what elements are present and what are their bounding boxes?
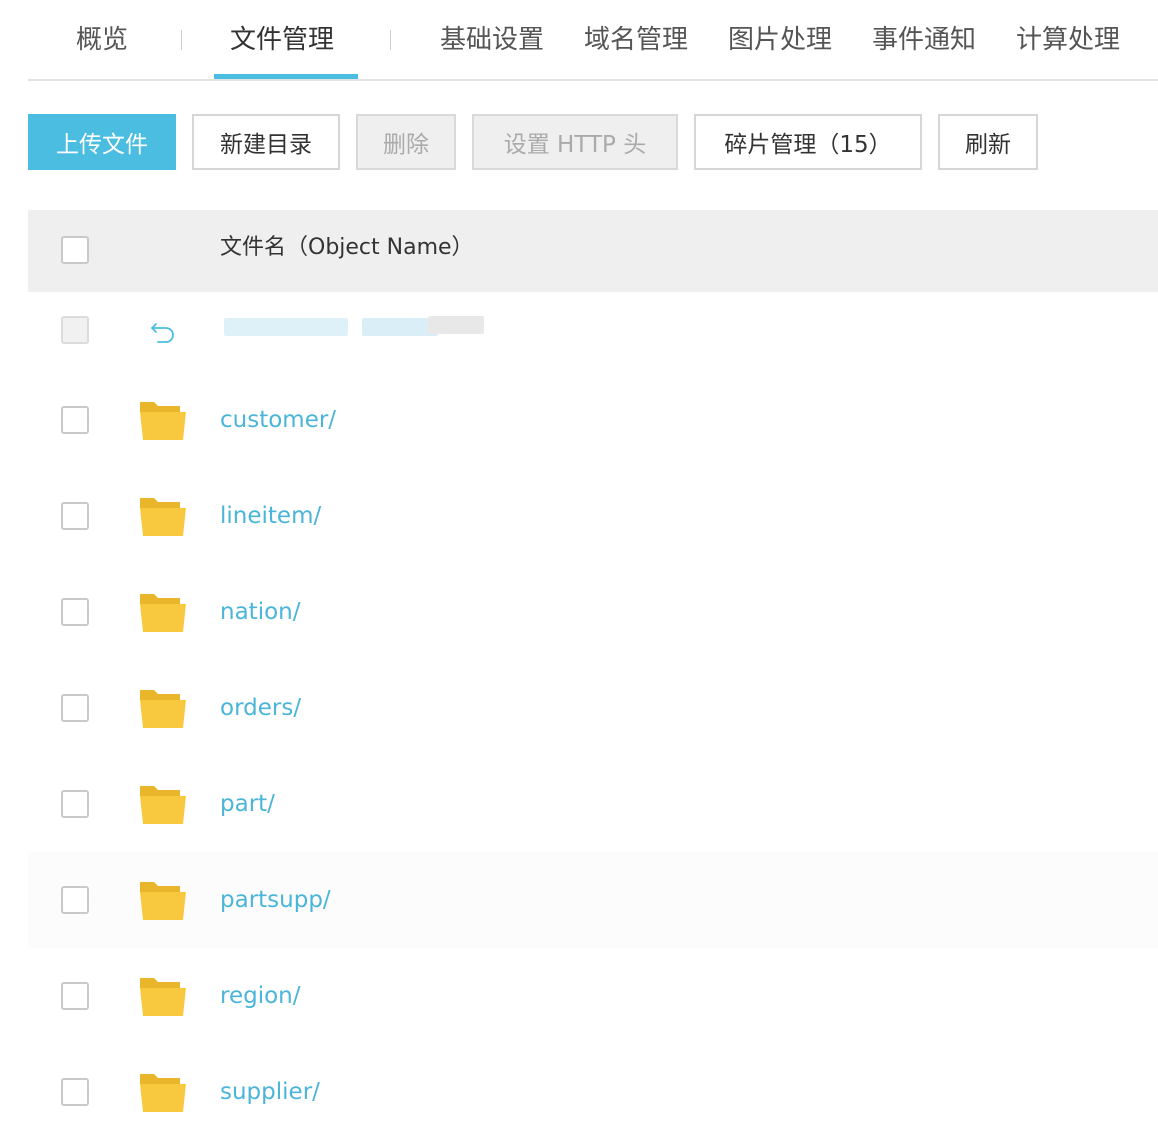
select-all-checkbox[interactable] bbox=[61, 236, 89, 264]
table-row[interactable]: region/ bbox=[28, 948, 1158, 1044]
folder-link[interactable]: region/ bbox=[220, 980, 301, 1012]
table-row[interactable]: nation/ bbox=[28, 564, 1158, 660]
table-row[interactable]: supplier/ bbox=[28, 1044, 1158, 1140]
row-checkbox[interactable] bbox=[61, 598, 89, 626]
table-row[interactable]: partsupp/ bbox=[28, 852, 1158, 948]
folder-open-icon bbox=[140, 882, 186, 920]
table-row[interactable]: customer/ bbox=[28, 372, 1158, 468]
column-header-object-name: 文件名（Object Name） bbox=[220, 235, 474, 260]
folder-link[interactable]: lineitem/ bbox=[220, 500, 321, 532]
row-checkbox bbox=[61, 316, 89, 344]
tab-separator bbox=[390, 30, 391, 50]
table-row[interactable]: lineitem/ bbox=[28, 468, 1158, 564]
row-checkbox[interactable] bbox=[61, 982, 89, 1010]
tab-event-notification[interactable]: 事件通知 bbox=[872, 22, 976, 58]
folder-link[interactable]: part/ bbox=[220, 788, 275, 820]
tab-image-processing[interactable]: 图片处理 bbox=[728, 22, 832, 58]
new-directory-button[interactable]: 新建目录 bbox=[192, 114, 340, 170]
tab-basic-settings[interactable]: 基础设置 bbox=[440, 22, 544, 58]
fragment-management-button[interactable]: 碎片管理（15） bbox=[694, 114, 922, 170]
table-row[interactable]: part/ bbox=[28, 756, 1158, 852]
return-arrow-icon[interactable] bbox=[148, 316, 178, 346]
tab-domain-management[interactable]: 域名管理 bbox=[584, 22, 688, 58]
folder-open-icon bbox=[140, 498, 186, 536]
folder-open-icon bbox=[140, 1074, 186, 1112]
folder-link[interactable]: customer/ bbox=[220, 404, 336, 436]
row-checkbox[interactable] bbox=[61, 1078, 89, 1106]
folder-open-icon bbox=[140, 594, 186, 632]
tab-bar: 概览 文件管理 基础设置 域名管理 图片处理 事件通知 计算处理 bbox=[28, 0, 1158, 81]
folder-link[interactable]: partsupp/ bbox=[220, 884, 331, 916]
folder-open-icon bbox=[140, 690, 186, 728]
table-header: 文件名（Object Name） bbox=[28, 210, 1158, 292]
tab-compute-processing[interactable]: 计算处理 bbox=[1016, 22, 1120, 58]
folder-link[interactable]: supplier/ bbox=[220, 1076, 320, 1108]
row-checkbox[interactable] bbox=[61, 790, 89, 818]
folder-open-icon bbox=[140, 402, 186, 440]
row-checkbox[interactable] bbox=[61, 886, 89, 914]
row-checkbox[interactable] bbox=[61, 502, 89, 530]
set-http-header-button[interactable]: 设置 HTTP 头 bbox=[472, 114, 678, 170]
upload-file-button[interactable]: 上传文件 bbox=[28, 114, 176, 170]
active-tab-indicator bbox=[214, 74, 358, 79]
table-row[interactable]: orders/ bbox=[28, 660, 1158, 756]
tab-separator bbox=[181, 30, 182, 50]
tab-file-management[interactable]: 文件管理 bbox=[230, 22, 334, 58]
row-checkbox[interactable] bbox=[61, 694, 89, 722]
tab-overview[interactable]: 概览 bbox=[76, 22, 128, 58]
folder-link[interactable]: orders/ bbox=[220, 692, 301, 724]
folder-open-icon bbox=[140, 786, 186, 824]
delete-button[interactable]: 删除 bbox=[356, 114, 456, 170]
refresh-button[interactable]: 刷新 bbox=[938, 114, 1038, 170]
folder-open-icon bbox=[140, 978, 186, 1016]
row-checkbox[interactable] bbox=[61, 406, 89, 434]
parent-directory-row[interactable] bbox=[28, 292, 1158, 372]
folder-link[interactable]: nation/ bbox=[220, 596, 300, 628]
